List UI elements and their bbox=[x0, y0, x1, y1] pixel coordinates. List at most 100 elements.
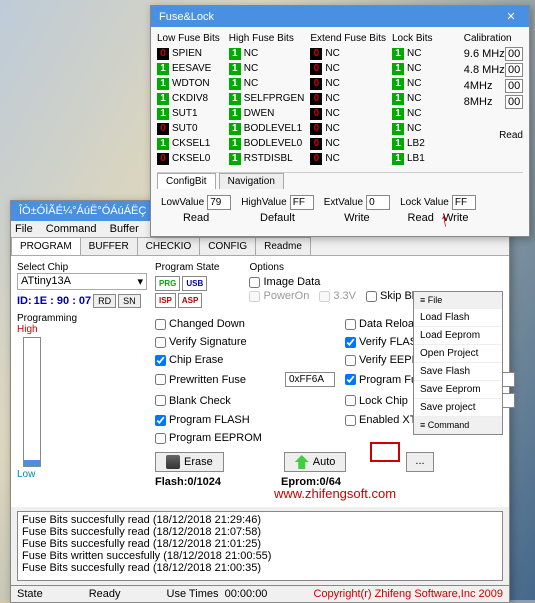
fuse-bit-NC[interactable]: 0NC bbox=[310, 151, 386, 166]
tab-config[interactable]: CONFIG bbox=[199, 237, 256, 255]
changed-down-check[interactable] bbox=[155, 319, 166, 330]
lowvalue-input[interactable] bbox=[207, 195, 231, 210]
verify-eep-check[interactable] bbox=[345, 355, 356, 366]
lock-write-button[interactable]: Write bbox=[443, 212, 468, 224]
image-data-check[interactable] bbox=[249, 277, 260, 288]
fuse-bit-CKSEL0[interactable]: 0CKSEL0 bbox=[157, 151, 223, 166]
fuse-bit-EESAVE[interactable]: 1EESAVE bbox=[157, 61, 223, 76]
badge-usb: USB bbox=[182, 276, 207, 291]
fuse-bit-NC[interactable]: 1NC bbox=[392, 106, 458, 121]
menu-command[interactable]: Command bbox=[46, 223, 97, 235]
fuse-lock-window: Fuse&Lock ✕ Low Fuse Bits 0SPIEN1EESAVE1W… bbox=[150, 5, 530, 237]
pstate-label: Program State bbox=[155, 262, 219, 273]
default-button[interactable]: Default bbox=[260, 212, 295, 224]
program-fuse-check[interactable] bbox=[345, 374, 356, 385]
write-button[interactable]: Write bbox=[344, 212, 369, 224]
menu-open-project[interactable]: Open Project bbox=[414, 345, 502, 363]
tab-readme[interactable]: Readme bbox=[255, 237, 311, 255]
fuse-bit-NC[interactable]: 1NC bbox=[392, 61, 458, 76]
fuse-bit-CKSEL1[interactable]: 1CKSEL1 bbox=[157, 136, 223, 151]
fuse-bit-NC[interactable]: 0NC bbox=[310, 121, 386, 136]
fuse-bit-NC[interactable]: 1NC bbox=[229, 76, 305, 91]
tab-navigation[interactable]: Navigation bbox=[219, 173, 284, 189]
auto-icon bbox=[295, 455, 309, 469]
data-reload-check[interactable] bbox=[345, 319, 356, 330]
fuse-bit-DWEN[interactable]: 1DWEN bbox=[229, 106, 305, 121]
menu-command-header[interactable]: ≡ Command bbox=[414, 417, 502, 434]
sn-button[interactable]: SN bbox=[118, 294, 141, 308]
select-chip-label: Select Chip bbox=[17, 262, 147, 273]
tab-buffer[interactable]: BUFFER bbox=[80, 237, 138, 255]
fuse-bit-LB1[interactable]: 1LB1 bbox=[392, 151, 458, 166]
menu-save-flash[interactable]: Save Flash bbox=[414, 363, 502, 381]
chip-select[interactable]: ATtiny13A▾ bbox=[17, 273, 147, 290]
chip-erase-check[interactable] bbox=[155, 355, 166, 366]
menu-load-eeprom[interactable]: Load Eeprom bbox=[414, 327, 502, 345]
fuse-bit-SELFPRGEN[interactable]: 1SELFPRGEN bbox=[229, 91, 305, 106]
menu-save-project[interactable]: Save project bbox=[414, 399, 502, 417]
extvalue-input[interactable] bbox=[366, 195, 390, 210]
rd-button[interactable]: RD bbox=[93, 294, 116, 308]
verify-flash-check[interactable] bbox=[345, 337, 356, 348]
fuse-bit-NC[interactable]: 0NC bbox=[310, 76, 386, 91]
menu-save-eeprom[interactable]: Save Eeprom bbox=[414, 381, 502, 399]
lock-read-button[interactable]: Read bbox=[408, 212, 434, 224]
log-line: Fuse Bits succesfully read (18/12/2018 2… bbox=[22, 538, 498, 550]
fuse-titlebar[interactable]: Fuse&Lock ✕ bbox=[151, 6, 529, 27]
prewritten-value[interactable]: 0xFF6A bbox=[285, 372, 335, 387]
fuse-bit-NC[interactable]: 1NC bbox=[392, 121, 458, 136]
program-eep-check[interactable] bbox=[155, 433, 166, 444]
fuse-bit-LB2[interactable]: 1LB2 bbox=[392, 136, 458, 151]
status-ready: Ready bbox=[89, 588, 121, 600]
cal-read-button[interactable]: Read bbox=[464, 130, 523, 141]
log-panel[interactable]: Fuse Bits succesfully read (18/12/2018 2… bbox=[17, 511, 503, 581]
fuse-bit-NC[interactable]: 1NC bbox=[392, 46, 458, 61]
read-button[interactable]: Read bbox=[183, 212, 209, 224]
fuse-bit-NC[interactable]: 0NC bbox=[310, 46, 386, 61]
fuse-bit-NC[interactable]: 0NC bbox=[310, 106, 386, 121]
fuse-bit-SPIEN[interactable]: 0SPIEN bbox=[157, 46, 223, 61]
fuse-bit-SUT0[interactable]: 0SUT0 bbox=[157, 121, 223, 136]
fuse-bit-NC[interactable]: 0NC bbox=[310, 91, 386, 106]
fuse-bit-WDTON[interactable]: 1WDTON bbox=[157, 76, 223, 91]
log-line: Fuse Bits succesfully read (18/12/2018 2… bbox=[22, 562, 498, 574]
fuse-bit-SUT1[interactable]: 1SUT1 bbox=[157, 106, 223, 121]
program-flash-check[interactable] bbox=[155, 415, 166, 426]
highvalue-input[interactable] bbox=[290, 195, 314, 210]
fuse-bit-NC[interactable]: 1NC bbox=[392, 76, 458, 91]
prewritten-fuse-check[interactable] bbox=[155, 374, 166, 385]
menu-file[interactable]: File bbox=[15, 223, 33, 235]
fuse-bit-BODLEVEL1[interactable]: 1BODLEVEL1 bbox=[229, 121, 305, 136]
fuse-bit-NC[interactable]: 1NC bbox=[229, 46, 305, 61]
lockvalue-input[interactable] bbox=[452, 195, 476, 210]
fuse-bit-CKDIV8[interactable]: 1CKDIV8 bbox=[157, 91, 223, 106]
fuse-bit-NC[interactable]: 0NC bbox=[310, 61, 386, 76]
fuse-bit-NC[interactable]: 1NC bbox=[392, 91, 458, 106]
erase-button[interactable]: Erase bbox=[155, 452, 224, 472]
poweron-check bbox=[249, 291, 260, 302]
col-header: High Fuse Bits bbox=[229, 33, 305, 44]
lock-chip-check[interactable] bbox=[345, 395, 356, 406]
enabled-xtal-check[interactable] bbox=[345, 415, 356, 426]
col-header: Low Fuse Bits bbox=[157, 33, 223, 44]
fuse-bit-NC[interactable]: 0NC bbox=[310, 136, 386, 151]
more-button[interactable]: ... bbox=[406, 452, 433, 472]
fuse-bit-NC[interactable]: 1NC bbox=[229, 61, 305, 76]
auto-button[interactable]: Auto bbox=[284, 452, 347, 472]
fuse-bit-BODLEVEL0[interactable]: 1BODLEVEL0 bbox=[229, 136, 305, 151]
menu-load-flash[interactable]: Load Flash bbox=[414, 309, 502, 327]
skip-blank-check[interactable] bbox=[366, 291, 377, 302]
copyright: Copyright(r) Zhifeng Software,Inc 2009 bbox=[313, 588, 503, 600]
cal-row: 4MHz00 bbox=[464, 78, 523, 94]
v33-check bbox=[319, 291, 330, 302]
tab-checkio[interactable]: CHECKIO bbox=[137, 237, 201, 255]
menu-file-header[interactable]: ≡ File bbox=[414, 292, 502, 309]
close-icon[interactable]: ✕ bbox=[501, 10, 521, 23]
fuse-bit-RSTDISBL[interactable]: 1RSTDISBL bbox=[229, 151, 305, 166]
menu-buffer[interactable]: Buffer bbox=[110, 223, 139, 235]
dropdown-icon: ▾ bbox=[137, 275, 143, 288]
tab-program[interactable]: PROGRAM bbox=[11, 237, 81, 255]
tab-configbit[interactable]: ConfigBit bbox=[157, 173, 216, 189]
verify-sig-check[interactable] bbox=[155, 337, 166, 348]
blank-check-check[interactable] bbox=[155, 395, 166, 406]
